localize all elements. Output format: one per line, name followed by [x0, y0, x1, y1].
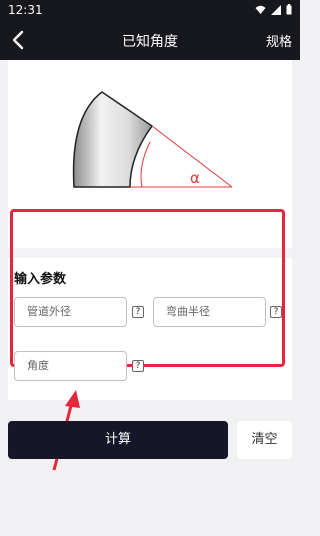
app-bar: 已知角度 规格 — [0, 20, 300, 60]
status-bar: 12:31 — [0, 0, 300, 20]
angle-field[interactable]: 角度 — [14, 351, 127, 381]
calculate-button[interactable]: 计算 — [8, 421, 228, 459]
signal-icon — [271, 4, 281, 15]
angle-help-icon[interactable]: ? — [132, 360, 144, 372]
angle-arc — [140, 141, 151, 188]
angle-symbol: α — [190, 169, 200, 187]
page-title: 已知角度 — [122, 34, 178, 50]
elbow-angle-diagram: α — [72, 91, 233, 188]
input-highlight-box — [10, 209, 285, 367]
bend-radius-help-icon[interactable]: ? — [270, 306, 282, 318]
elbow-pipe-shape — [72, 91, 154, 188]
status-time: 12:31 — [8, 3, 43, 17]
clear-button[interactable]: 清空 — [237, 421, 292, 459]
wifi-icon — [255, 5, 266, 14]
bend-radius-field[interactable]: 弯曲半径 — [153, 297, 266, 327]
pipe-diameter-help-icon[interactable]: ? — [132, 306, 144, 318]
spec-button[interactable]: 规格 — [266, 31, 292, 50]
input-section-title: 输入参数 — [14, 272, 67, 287]
battery-icon — [286, 4, 292, 15]
status-icons — [255, 4, 292, 15]
pipe-outer-diameter-field[interactable]: 管道外径 — [14, 297, 127, 327]
